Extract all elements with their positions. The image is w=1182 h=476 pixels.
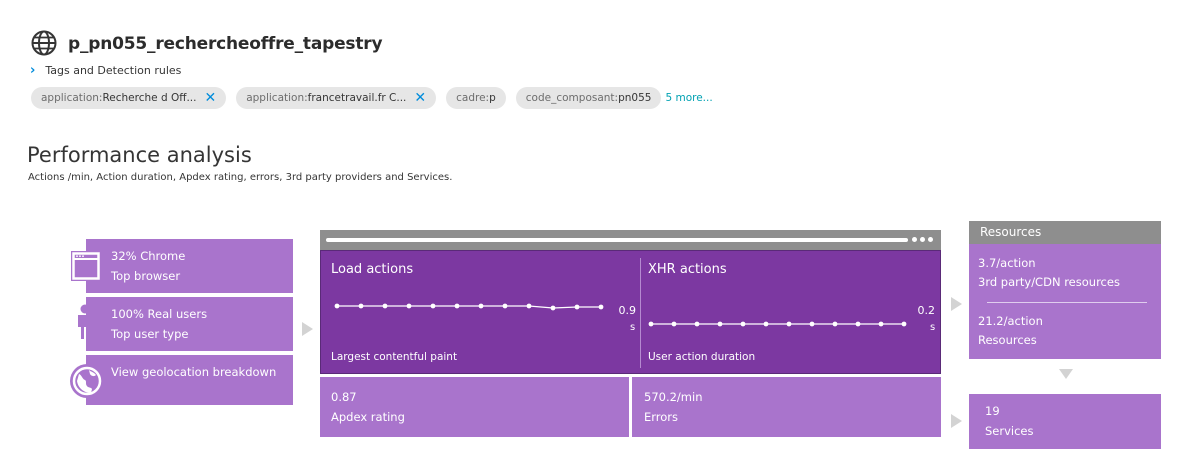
errors-label: Errors xyxy=(644,410,679,424)
page-title: p_pn055_rechercheoffre_tapestry xyxy=(68,34,383,54)
arrow-right-icon xyxy=(951,297,962,311)
load-actions-value: 0.9 xyxy=(618,304,637,317)
top-user-type-value: 100% Real users xyxy=(111,307,208,321)
resources-value: 21.2/action xyxy=(978,314,1043,328)
resources-card[interactable]: 3.7/action 3rd party/CDN resources 21.2/… xyxy=(969,244,1161,359)
tag-chip-cadre[interactable]: cadre: p xyxy=(446,87,506,109)
tags-detection-toggle[interactable]: › Tags and Detection rules xyxy=(30,64,181,77)
load-actions-title[interactable]: Load actions xyxy=(331,262,413,277)
top-browser-card[interactable]: 32% Chrome Top browser xyxy=(86,239,293,293)
tag-chips: application: Recherche d Off... ✕ applic… xyxy=(31,87,713,109)
tag-key: code_composant: xyxy=(525,92,619,104)
top-user-type-label: Top user type xyxy=(111,327,189,341)
xhr-actions-title[interactable]: XHR actions xyxy=(648,262,727,277)
tag-value: Recherche d Off... xyxy=(102,92,197,104)
load-actions-unit: s xyxy=(630,322,636,333)
apdex-label: Apdex rating xyxy=(331,410,405,424)
person-icon xyxy=(78,304,92,339)
xhr-actions-unit: s xyxy=(930,322,936,333)
apdex-value: 0.87 xyxy=(331,390,357,404)
section-subtitle: Actions /min, Action duration, Apdex rat… xyxy=(28,172,453,183)
tag-key: application: xyxy=(246,92,308,104)
actions-divider xyxy=(640,258,641,368)
apdex-card[interactable]: 0.87 Apdex rating xyxy=(320,377,629,437)
section-title: Performance analysis xyxy=(27,143,252,167)
globe-icon xyxy=(31,30,57,56)
top-user-type-card[interactable]: 100% Real users Top user type xyxy=(86,297,293,351)
tag-chip-code-composant[interactable]: code_composant: pn055 xyxy=(515,87,662,109)
close-icon[interactable]: ✕ xyxy=(414,91,426,105)
tag-value: pn055 xyxy=(618,92,652,104)
load-actions-sparkline xyxy=(334,303,604,311)
top-browser-label: Top browser xyxy=(111,269,181,283)
close-icon[interactable]: ✕ xyxy=(204,91,216,105)
chevron-right-icon: › xyxy=(30,63,36,78)
globe-icon xyxy=(70,364,104,398)
geolocation-card[interactable]: View geolocation breakdown xyxy=(86,355,293,405)
tag-value: p xyxy=(489,92,496,104)
services-value: 19 xyxy=(985,404,1000,418)
tag-value: francetravail.fr C... xyxy=(307,92,407,104)
xhr-actions-value: 0.2 xyxy=(917,304,936,317)
more-dots-icon xyxy=(912,237,933,242)
third-party-value: 3.7/action xyxy=(978,256,1036,270)
browser-window-icon xyxy=(71,251,101,281)
arrow-right-icon xyxy=(951,414,962,428)
geolocation-label: View geolocation breakdown xyxy=(111,365,277,379)
services-card[interactable]: 19 Services xyxy=(969,394,1161,449)
xhr-actions-sparkline xyxy=(648,321,907,327)
browser-address-line xyxy=(326,238,908,242)
xhr-actions-footer: User action duration xyxy=(648,351,756,363)
load-actions-footer: Largest contentful paint xyxy=(331,351,458,363)
tags-detection-label: Tags and Detection rules xyxy=(45,64,182,77)
services-label: Services xyxy=(985,424,1034,438)
tag-chip-application-2[interactable]: application: francetravail.fr C... ✕ xyxy=(236,87,437,109)
arrow-right-icon xyxy=(302,322,313,336)
errors-card[interactable]: 570.2/min Errors xyxy=(632,377,941,437)
top-browser-value: 32% Chrome xyxy=(111,249,186,263)
third-party-label: 3rd party/CDN resources xyxy=(978,275,1120,289)
errors-value: 570.2/min xyxy=(644,390,703,404)
tag-chip-application-1[interactable]: application: Recherche d Off... ✕ xyxy=(31,87,227,109)
resources-divider xyxy=(987,302,1147,303)
more-tags-link[interactable]: 5 more... xyxy=(665,92,712,104)
tag-key: cadre: xyxy=(456,92,490,104)
tag-key: application: xyxy=(41,92,103,104)
resources-label: Resources xyxy=(978,333,1037,347)
arrow-down-icon xyxy=(1059,369,1073,379)
resources-header: Resources xyxy=(969,221,1161,244)
